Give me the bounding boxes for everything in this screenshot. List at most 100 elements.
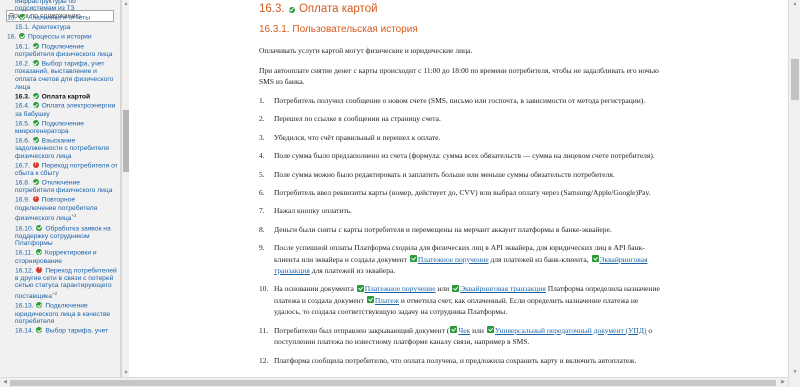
- sidebar-item-label: Взыскание задолженности с потребителя фи…: [15, 137, 109, 160]
- sidebar-item-number: 16.12.: [15, 267, 34, 275]
- sidebar-item[interactable]: 16.3. Оплата картой: [0, 92, 120, 101]
- sidebar-item[interactable]: инфраструктуры по подсистемам из Т3: [0, 0, 120, 13]
- scroll-down-arrow-icon[interactable]: ▼: [790, 368, 800, 376]
- intro-block-2: При автооплате снятие денег с карты прои…: [259, 65, 663, 88]
- exclamation-circle-icon: [32, 195, 39, 203]
- check-square-icon: [409, 255, 417, 263]
- scroll-up-arrow-icon[interactable]: ▲: [790, 0, 800, 8]
- step-number: 12.: [259, 355, 269, 365]
- intro-paragraph-2: При автооплате снятие денег с карты прои…: [259, 66, 659, 87]
- sidebar-item[interactable]: 16.4. Оплата электроэнергии за бабушку: [0, 102, 120, 118]
- sidebar-item-label: Отключение потребителя физического лица: [15, 179, 113, 195]
- toc-list: 13.3. Угрозыинфраструктуры по подсистема…: [0, 0, 120, 337]
- doc-link-payment-order[interactable]: Платежное поручение: [365, 284, 436, 293]
- sidebar-item[interactable]: 16.7. Переход потребителя от сбыта к сбы…: [0, 161, 120, 178]
- sidebar-item-number: 16.4.: [15, 102, 30, 110]
- main-scroll-thumb[interactable]: [791, 59, 799, 100]
- sidebar-item-label: Оплата картой: [41, 93, 91, 101]
- sidebar-item[interactable]: 15.1. Архитектура: [0, 24, 120, 32]
- list-item: 12. Платформа сообщила потребителю, что о…: [259, 355, 663, 366]
- horizontal-scrollbar[interactable]: ◀ ▶: [0, 377, 788, 387]
- sidebar-item[interactable]: 16.14. Выбор тарифа, учет: [0, 327, 120, 335]
- main-scrollbar[interactable]: ▲ ▼: [788, 0, 800, 387]
- step-text: Поле сумма можно было редактировать и за…: [274, 169, 615, 179]
- list-item: 3. Убедился, что счёт правильный и переше…: [259, 132, 663, 143]
- sidebar-item-number: 16.: [7, 33, 17, 41]
- step-text: или: [435, 284, 452, 294]
- check-circle-icon: [32, 179, 39, 186]
- sidebar-item[interactable]: 15. Аналитика и отчеты: [0, 14, 120, 22]
- sidebar-item[interactable]: 16.2. Выбор тарифа, учет показаний, выст…: [0, 60, 120, 91]
- sidebar-item-label: Выбор тарифа, учет: [45, 327, 109, 335]
- sidebar-scrollbar[interactable]: ▲ ▼: [121, 0, 129, 387]
- sidebar-item-label: Аналитика и отчеты: [28, 14, 91, 22]
- step-number: 9.: [259, 243, 265, 253]
- sidebar-item-number: 16.7.: [15, 162, 30, 170]
- sidebar-item[interactable]: 16.5. Подключение микрогенератора: [0, 119, 120, 136]
- sidebar-item[interactable]: 16.12. Переход потребителей в другие сет…: [0, 265, 120, 301]
- sidebar-item-number: 16.5.: [15, 120, 30, 128]
- exclamation-circle-icon: [36, 265, 43, 273]
- step-text: для платежей из эквайера.: [309, 266, 396, 276]
- sidebar-item-label: Процессы и истории: [28, 33, 92, 41]
- step-text: Убедился, что счёт правильный и перешел …: [274, 132, 441, 142]
- check-circle-icon: [19, 14, 26, 21]
- toc-scroll-area: 13.3. Угрозыинфраструктуры по подсистема…: [0, 0, 120, 387]
- sidebar-item-number: 16.2.: [15, 60, 30, 68]
- subsection-title: 16.3.1. Пользовательская история: [259, 24, 418, 35]
- step-number: 8.: [259, 224, 265, 234]
- step-text: Потребителю был отправлен закрывающий до…: [274, 325, 450, 335]
- sidebar-item[interactable]: 16.8. Отключение потребителя физического…: [0, 179, 120, 195]
- step-text: Нажал кнопку оплатить.: [274, 206, 353, 216]
- scroll-left-arrow-icon[interactable]: ◀: [0, 378, 10, 386]
- sidebar-item[interactable]: 16. Процессы и истории: [0, 33, 120, 41]
- exclamation-circle-icon: [32, 161, 39, 168]
- check-square-icon: [452, 284, 460, 292]
- sidebar-item[interactable]: 16.13. Подключение юридического лица в к…: [0, 302, 120, 325]
- sidebar-item-number: 15.1.: [15, 24, 30, 32]
- scroll-down-arrow-icon[interactable]: ▼: [122, 369, 130, 377]
- step-number: 11.: [259, 325, 269, 335]
- doc-link-upd[interactable]: Универсальный передаточный документ (УПД…: [495, 326, 647, 335]
- step-number: 10.: [259, 284, 269, 294]
- check-square-icon: [486, 326, 494, 334]
- doc-link-receipt[interactable]: Чек: [458, 326, 470, 335]
- subsection-name: Пользовательская история: [292, 24, 418, 35]
- step-text: На основании документа: [274, 284, 356, 294]
- sidebar-item[interactable]: 16.10. Обработка заявок на поддержку сот…: [0, 224, 120, 248]
- doc-link-payment[interactable]: Платеж: [375, 296, 399, 305]
- subsection-number: 16.3.1.: [259, 24, 290, 35]
- check-circle-icon: [19, 33, 26, 40]
- scroll-right-arrow-icon[interactable]: ▶: [778, 378, 788, 386]
- comment-count-badge: +2: [71, 213, 77, 219]
- chapter-number: 16.3.: [259, 3, 285, 15]
- check-square-icon: [591, 255, 599, 263]
- check-circle-icon: [288, 6, 295, 13]
- step-text: или: [470, 325, 486, 335]
- scroll-up-arrow-icon[interactable]: ▲: [122, 0, 130, 8]
- step-text: Перешел по ссылке в сообщении на страниц…: [274, 114, 441, 124]
- check-circle-icon: [36, 224, 43, 231]
- sidebar-scroll-thumb[interactable]: [123, 110, 129, 172]
- sidebar-item[interactable]: 16.11. Корректировки и сторнирование: [0, 249, 120, 265]
- sidebar-item[interactable]: 16.6. Взыскание задолженности с потребит…: [0, 137, 120, 160]
- list-item: 2. Перешел по ссылке в сообщении на стран…: [259, 113, 663, 124]
- list-item: 10. На основании документа Платежное пору…: [259, 283, 663, 317]
- step-number: 6.: [259, 188, 265, 198]
- sidebar-item-label: Оплата электроэнергии за бабушку: [15, 102, 116, 118]
- list-item: 7. Нажал кнопку оплатить.: [259, 205, 663, 216]
- step-text: Поле сумма было предзаполнено из счета (…: [274, 151, 655, 161]
- doc-link-payment-order[interactable]: Платежное поручение: [418, 255, 489, 264]
- step-text: Потребитель получил сообщение о новом сч…: [274, 96, 646, 105]
- doc-link-acquiring-transaction[interactable]: Эквайринговая транзакция: [460, 284, 546, 293]
- horizontal-scroll-thumb[interactable]: [10, 380, 776, 386]
- sidebar-item[interactable]: 16.1. Подключение потребителя физическог…: [0, 43, 120, 59]
- step-number: 4.: [259, 151, 265, 161]
- sidebar-item[interactable]: 16.9. Повторное подключение потребителя …: [0, 195, 120, 223]
- sidebar-item-number: 16.11.: [15, 249, 34, 257]
- sidebar-item-number: 15.: [7, 14, 17, 22]
- sidebar-item-label: Архитектура: [31, 24, 71, 32]
- list-item: 1. Потребитель получил сообщение о новом …: [259, 95, 663, 106]
- sidebar-item-number: 16.14.: [15, 327, 34, 335]
- check-circle-icon: [36, 302, 43, 309]
